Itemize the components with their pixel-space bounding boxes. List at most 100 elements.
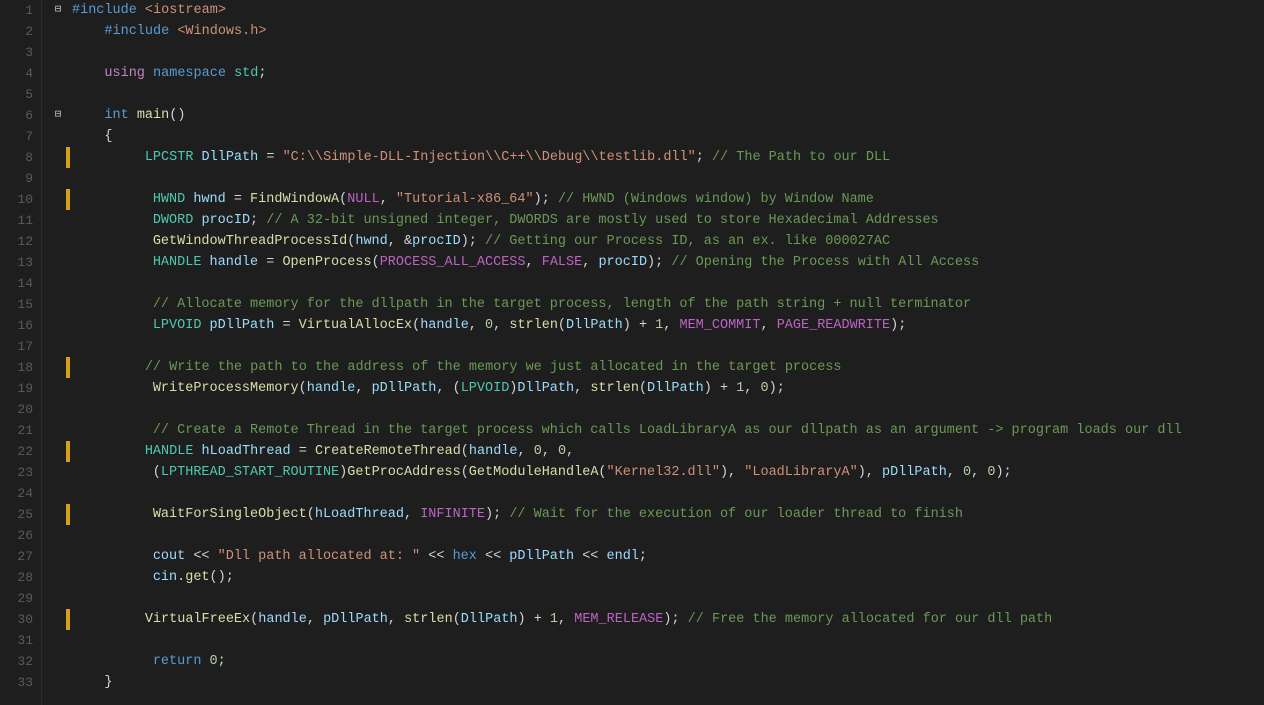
token-plain [80,612,145,627]
code-line [50,336,1264,357]
fold-gutter[interactable]: ⊟ [50,105,66,126]
token-fn: FindWindowA [250,192,339,207]
token-plain [80,150,145,165]
token-mac: INFINITE [420,507,485,522]
token-kw: #include [72,3,137,18]
token-plain: , [566,444,574,459]
line-content: HANDLE handle = OpenProcess(PROCESS_ALL_… [88,252,1264,273]
token-cmt: // Allocate memory for the dllpath in th… [153,297,971,312]
token-kw: #include [104,24,169,39]
token-plain: ( [88,465,161,480]
token-plain [88,213,153,228]
code-line [50,483,1264,504]
token-var: handle [258,612,307,627]
token-fn: GetProcAddress [347,465,460,480]
line-number: 2 [8,21,33,42]
line-number: 18 [8,357,33,378]
token-fn: strlen [509,318,558,333]
token-fn: strlen [590,381,639,396]
code-line: WriteProcessMemory(handle, pDllPath, (LP… [50,378,1264,399]
token-plain: , [574,381,590,396]
token-plain [226,66,234,81]
token-cmt: // Wait for the execution of our loader … [509,507,963,522]
token-plain: , [760,318,776,333]
token-var: DllPath [202,150,259,165]
token-plain: ); [995,465,1011,480]
code-line: LPCSTR DllPath = "C:\\Simple-DLL-Injecti… [50,147,1264,168]
line-content: cin.get(); [88,567,1264,588]
code-area[interactable]: ⊟#include <iostream> #include <Windows.h… [42,0,1264,705]
token-plain: , [744,381,760,396]
token-var: DllPath [647,381,704,396]
token-plain [72,24,104,39]
token-str: "Kernel32.dll" [607,465,720,480]
code-line: HANDLE hLoadThread = CreateRemoteThread(… [50,441,1264,462]
token-fn: GetWindowThreadProcessId [153,234,347,249]
token-plain: ) + [518,612,550,627]
code-line [50,525,1264,546]
token-cmt: // HWND (Windows window) by Window Name [558,192,874,207]
line-number: 4 [8,63,33,84]
line-content: GetWindowThreadProcessId(hwnd, &procID);… [88,231,1264,252]
token-plain [145,66,153,81]
token-kw: return [153,654,202,669]
line-number: 5 [8,84,33,105]
token-plain: ); [461,234,485,249]
token-plain: ); [890,318,906,333]
token-plain: ); [534,192,558,207]
token-plain: , [493,318,509,333]
token-str: <Windows.h> [177,24,266,39]
line-content: // Allocate memory for the dllpath in th… [88,294,1264,315]
token-fn: WriteProcessMemory [153,381,299,396]
token-plain: , [971,465,987,480]
token-plain: ; [258,66,266,81]
token-plain [88,507,153,522]
token-plain: , [404,507,420,522]
token-str: "Dll path allocated at: " [218,549,421,564]
token-plain: ; [250,213,266,228]
token-kw: int [104,108,128,123]
fold-gutter[interactable]: ⊟ [50,0,66,21]
token-var: handle [210,255,259,270]
token-plain: , [582,255,598,270]
token-plain: ( [412,318,420,333]
token-var: procID [598,255,647,270]
token-cmt: // Free the memory allocated for our dll… [688,612,1053,627]
token-cmt: // Create a Remote Thread in the target … [153,423,1182,438]
fold-icon[interactable]: ⊟ [55,0,62,21]
token-plain: ); [769,381,785,396]
line-content: int main() [72,105,1264,126]
code-line: using namespace std; [50,63,1264,84]
token-plain: = [258,150,282,165]
token-var: handle [469,444,518,459]
token-type: HANDLE [145,444,194,459]
token-plain: , [663,318,679,333]
code-line: // Write the path to the address of the … [50,357,1264,378]
token-fn: OpenProcess [282,255,371,270]
token-var: handle [307,381,356,396]
line-number: 6 [8,105,33,126]
token-plain: , [469,318,485,333]
code-line: VirtualFreeEx(handle, pDllPath, strlen(D… [50,609,1264,630]
token-plain: << [574,549,606,564]
line-number: 27 [8,546,33,567]
token-num: 0 [485,318,493,333]
token-num: 0 [534,444,542,459]
token-plain: , [947,465,963,480]
line-content: LPVOID pDllPath = VirtualAllocEx(handle,… [88,315,1264,336]
fold-icon[interactable]: ⊟ [55,105,62,126]
token-var: cin [153,570,177,585]
token-plain [193,444,201,459]
code-line [50,42,1264,63]
token-plain [88,570,153,585]
code-editor: 1234567891011121314151617181920212223242… [0,0,1264,705]
token-plain: ), [858,465,882,480]
token-plain: = [258,255,282,270]
line-number: 9 [8,168,33,189]
token-fn: get [185,570,209,585]
token-mac: NULL [347,192,379,207]
code-line: HANDLE handle = OpenProcess(PROCESS_ALL_… [50,252,1264,273]
token-plain: ; [218,654,226,669]
token-var: pDllPath [509,549,574,564]
breakpoint-mark [66,357,70,378]
